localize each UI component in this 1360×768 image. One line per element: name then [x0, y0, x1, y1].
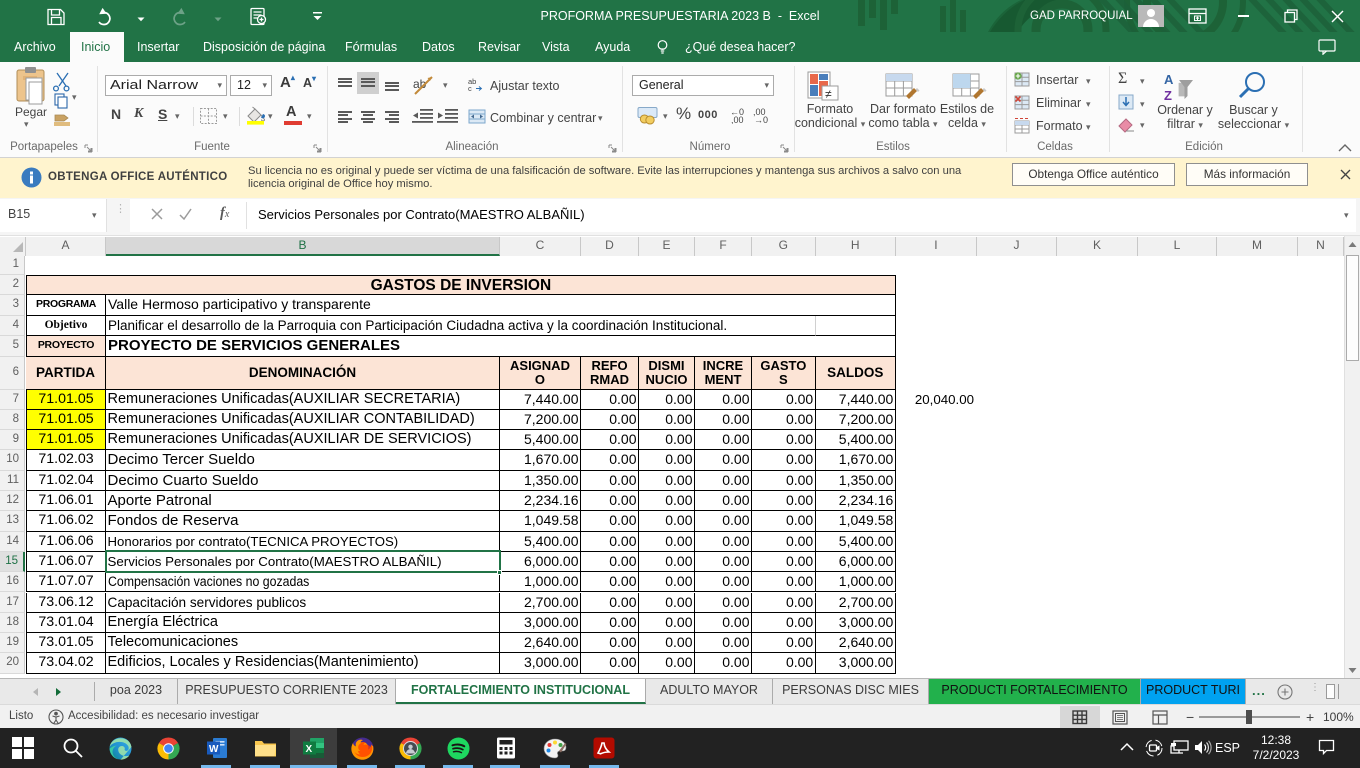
svg-text:c: c [468, 84, 472, 92]
svg-text:≠: ≠ [825, 87, 832, 101]
svg-text:→0: →0 [754, 115, 768, 124]
svg-text:,00: ,00 [731, 115, 744, 124]
svg-text:Z: Z [1164, 88, 1172, 103]
svg-text:W: W [209, 744, 219, 755]
svg-text:A: A [1164, 72, 1174, 87]
svg-text:X: X [306, 744, 313, 755]
